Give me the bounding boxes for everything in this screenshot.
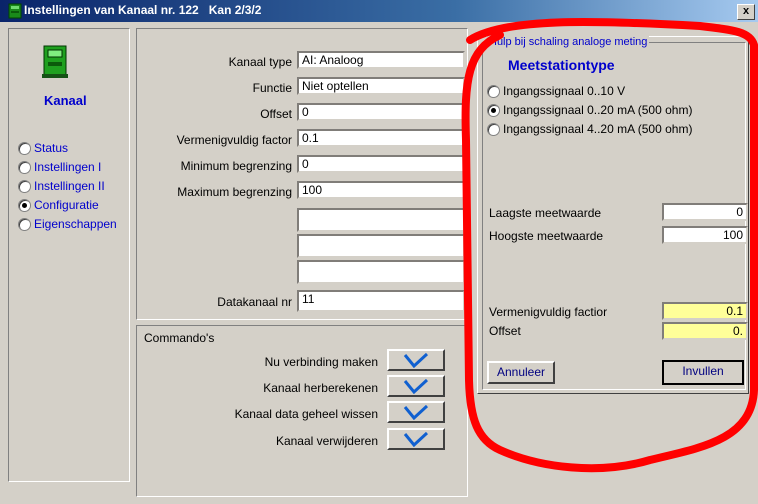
- sidebar-item-eigenschappen[interactable]: Eigenschappen: [18, 217, 117, 231]
- helper-offset-field[interactable]: 0.: [662, 322, 748, 340]
- radio-indicator: [487, 84, 500, 98]
- radio-indicator: [18, 179, 31, 193]
- command-label: Kanaal herberekenen: [263, 381, 378, 395]
- option-label: Ingangssignaal 0..10 V: [503, 84, 626, 98]
- option-label: Ingangssignaal 4..20 mA (500 ohm): [503, 122, 693, 136]
- command-label: Kanaal data geheel wissen: [234, 407, 378, 421]
- channel-icon: [42, 45, 68, 78]
- checkmark-icon: [403, 378, 429, 394]
- offset-field[interactable]: 0: [297, 103, 465, 121]
- sidebar-item-label: Configuratie: [34, 198, 99, 212]
- option-4-20ma[interactable]: Ingangssignaal 4..20 mA (500 ohm): [487, 122, 692, 136]
- fill-in-button[interactable]: Invullen: [662, 360, 744, 385]
- helper-offset-label: Offset: [489, 324, 521, 338]
- connect-now-button[interactable]: [387, 349, 445, 371]
- command-label: Kanaal verwijderen: [275, 434, 378, 448]
- datakanaal-label: Datakanaal nr: [217, 295, 292, 309]
- checkmark-icon: [403, 404, 429, 420]
- command-label: Nu verbinding maken: [264, 355, 378, 369]
- recalculate-button[interactable]: [387, 375, 445, 397]
- sidebar-item-label: Status: [34, 141, 69, 155]
- sidebar-item-label: Eigenschappen: [34, 217, 117, 231]
- kanaal-type-field[interactable]: AI: Analoog: [297, 51, 465, 69]
- factor-label: Vermenigvuldig factior: [489, 305, 608, 319]
- vermenigvuldig-field[interactable]: 0.1: [297, 129, 465, 147]
- sidebar-item-label: Instellingen II: [34, 179, 105, 193]
- extra-field-2[interactable]: [297, 234, 465, 258]
- datakanaal-field[interactable]: 11: [297, 290, 465, 312]
- radio-indicator: [18, 198, 31, 212]
- radio-indicator: [487, 103, 500, 117]
- checkmark-icon: [403, 352, 429, 368]
- option-label: Ingangssignaal 0..20 mA (500 ohm): [503, 103, 693, 117]
- checkmark-icon: [403, 431, 429, 447]
- helper-group-label: Hulp bij schaling analoge meting: [487, 36, 650, 48]
- offset-label: Offset: [260, 107, 292, 121]
- helper-title: Meetstationtype: [508, 57, 615, 73]
- radio-indicator: [18, 217, 31, 231]
- sidebar-item-label: Instellingen I: [34, 160, 102, 174]
- sidebar-item-status[interactable]: Status: [18, 141, 68, 155]
- extra-field-3[interactable]: [297, 260, 465, 284]
- functie-field[interactable]: Niet optellen: [297, 77, 465, 95]
- hoogste-label: Hoogste meetwaarde: [489, 229, 604, 243]
- functie-label: Functie: [252, 81, 292, 95]
- sidebar-heading: Kanaal: [44, 93, 87, 108]
- sidebar-item-configuratie[interactable]: Configuratie: [18, 198, 99, 212]
- extra-field-1[interactable]: [297, 208, 465, 232]
- radio-indicator: [487, 122, 500, 136]
- laagste-field[interactable]: 0: [662, 203, 748, 221]
- wipe-data-button[interactable]: [387, 401, 445, 423]
- cancel-button[interactable]: Annuleer: [487, 361, 555, 384]
- kanaal-type-label: Kanaal type: [228, 55, 292, 69]
- delete-channel-button[interactable]: [387, 428, 445, 450]
- close-button[interactable]: x: [737, 4, 755, 20]
- option-0-10v[interactable]: Ingangssignaal 0..10 V: [487, 84, 625, 98]
- window-title: Instellingen van Kanaal nr. 122 Kan 2/3/…: [24, 3, 262, 17]
- option-0-20ma[interactable]: Ingangssignaal 0..20 mA (500 ohm): [487, 103, 692, 117]
- vermenigvuldig-label: Vermenigvuldig factor: [176, 133, 292, 147]
- hoogste-field[interactable]: 100: [662, 226, 748, 244]
- maximum-field[interactable]: 100: [297, 181, 465, 199]
- radio-indicator: [18, 160, 31, 174]
- sidebar-item-instellingen-2[interactable]: Instellingen II: [18, 179, 105, 193]
- minimum-label: Minimum begrenzing: [180, 159, 292, 173]
- maximum-label: Maximum begrenzing: [177, 185, 292, 199]
- sidebar-item-instellingen-1[interactable]: Instellingen I: [18, 160, 101, 174]
- factor-field[interactable]: 0.1: [662, 302, 748, 320]
- laagste-label: Laagste meetwaarde: [489, 206, 602, 220]
- radio-indicator: [18, 141, 31, 155]
- commands-group-label: Commando's: [142, 331, 217, 345]
- app-icon: [8, 3, 22, 19]
- minimum-field[interactable]: 0: [297, 155, 465, 173]
